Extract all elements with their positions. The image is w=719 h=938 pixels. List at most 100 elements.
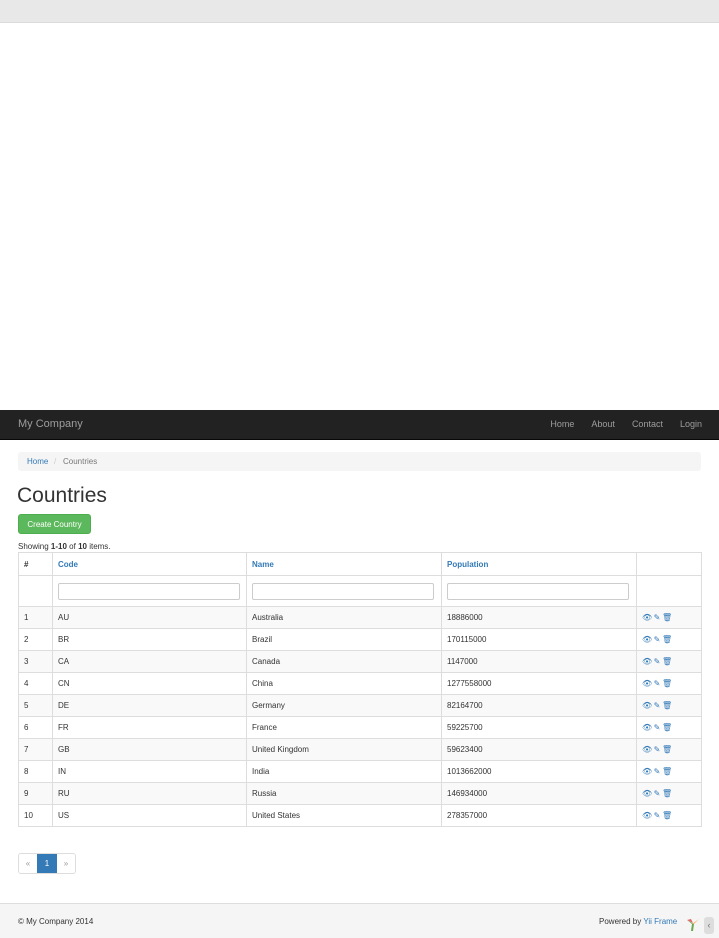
eye-icon[interactable]: 👁 bbox=[642, 657, 652, 666]
cell-population: 278357000 bbox=[441, 804, 637, 827]
table-row: 4 CN China 1277558000 👁✎ 🗑 bbox=[18, 672, 702, 695]
browser-top-strip bbox=[0, 0, 719, 23]
trash-icon[interactable]: 🗑 bbox=[662, 635, 672, 644]
cell-code: GB bbox=[52, 738, 247, 761]
summary-prefix: Showing bbox=[18, 542, 51, 551]
table-row: 8 IN India 1013662000 👁✎ 🗑 bbox=[18, 760, 702, 783]
pagination-page-1[interactable]: 1 bbox=[37, 854, 57, 873]
cell-name: Germany bbox=[246, 694, 442, 717]
breadcrumb-home[interactable]: Home bbox=[27, 457, 48, 466]
footer: © My Company 2014 Powered by Yii Frame bbox=[0, 903, 719, 938]
pencil-icon[interactable]: ✎ bbox=[652, 635, 662, 644]
table-row: 9 RU Russia 146934000 👁✎ 🗑 bbox=[18, 782, 702, 805]
eye-icon[interactable]: 👁 bbox=[642, 701, 652, 710]
cell-population: 59623400 bbox=[441, 738, 637, 761]
eye-icon[interactable]: 👁 bbox=[642, 745, 652, 754]
trash-icon[interactable]: 🗑 bbox=[662, 701, 672, 710]
filter-code-input[interactable] bbox=[58, 582, 240, 600]
cell-code: CN bbox=[52, 672, 247, 695]
nav-link-home[interactable]: Home bbox=[550, 419, 574, 429]
cell-serial: 6 bbox=[18, 716, 53, 739]
header-code: Code bbox=[52, 552, 247, 576]
debug-toolbar-toggle-icon[interactable]: ‹ bbox=[704, 917, 714, 934]
cell-serial: 8 bbox=[18, 760, 53, 783]
pencil-icon[interactable]: ✎ bbox=[652, 811, 662, 820]
trash-icon[interactable]: 🗑 bbox=[662, 767, 672, 776]
filter-population-input[interactable] bbox=[447, 582, 629, 600]
page-title: Countries bbox=[17, 484, 107, 507]
header-name: Name bbox=[246, 552, 442, 576]
table-row: 10 US United States 278357000 👁✎ 🗑 bbox=[18, 804, 702, 827]
cell-actions: 👁✎ 🗑 bbox=[636, 760, 702, 783]
pagination-next[interactable]: » bbox=[57, 854, 75, 873]
cell-actions: 👁✎ 🗑 bbox=[636, 606, 702, 629]
nav-link-login[interactable]: Login bbox=[680, 419, 702, 429]
eye-icon[interactable]: 👁 bbox=[642, 679, 652, 688]
yii-framework-link[interactable]: Yii Frame bbox=[643, 917, 677, 926]
summary-of: of bbox=[66, 542, 79, 551]
nav-link-contact[interactable]: Contact bbox=[632, 419, 663, 429]
cell-actions: 👁✎ 🗑 bbox=[636, 782, 702, 805]
table-row: 6 FR France 59225700 👁✎ 🗑 bbox=[18, 716, 702, 739]
pagination: « 1 » bbox=[18, 853, 76, 874]
pagination-prev[interactable]: « bbox=[19, 854, 37, 873]
pencil-icon[interactable]: ✎ bbox=[652, 745, 662, 754]
pencil-icon[interactable]: ✎ bbox=[652, 767, 662, 776]
pencil-icon[interactable]: ✎ bbox=[652, 679, 662, 688]
pencil-icon[interactable]: ✎ bbox=[652, 723, 662, 732]
summary-range: 1-10 bbox=[50, 542, 67, 551]
cell-serial: 10 bbox=[18, 804, 53, 827]
trash-icon[interactable]: 🗑 bbox=[662, 811, 672, 820]
table-row: 5 DE Germany 82164700 👁✎ 🗑 bbox=[18, 694, 702, 717]
pencil-icon[interactable]: ✎ bbox=[652, 701, 662, 710]
yii-logo-icon[interactable] bbox=[686, 918, 700, 932]
sort-name-link[interactable]: Name bbox=[252, 560, 274, 569]
cell-code: FR bbox=[52, 716, 247, 739]
eye-icon[interactable]: 👁 bbox=[642, 635, 652, 644]
cell-code: CA bbox=[52, 650, 247, 673]
eye-icon[interactable]: 👁 bbox=[642, 613, 652, 622]
table-body: 1 AU Australia 18886000 👁✎ 🗑 2 BR Brazil 17011500… bbox=[18, 606, 702, 827]
summary-total: 10 bbox=[78, 542, 87, 551]
eye-icon[interactable]: 👁 bbox=[642, 811, 652, 820]
cell-actions: 👁✎ 🗑 bbox=[636, 650, 702, 673]
filter-name-cell bbox=[246, 575, 442, 607]
eye-icon[interactable]: 👁 bbox=[642, 723, 652, 732]
filter-name-input[interactable] bbox=[252, 582, 434, 600]
countries-table: # Code Name Population 1 AU Australia 18886… bbox=[18, 552, 702, 827]
trash-icon[interactable]: 🗑 bbox=[662, 613, 672, 622]
cell-actions: 👁✎ 🗑 bbox=[636, 804, 702, 827]
header-serial: # bbox=[18, 552, 53, 576]
filter-actions-cell bbox=[636, 575, 702, 607]
pencil-icon[interactable]: ✎ bbox=[652, 789, 662, 798]
eye-icon[interactable]: 👁 bbox=[642, 767, 652, 776]
cell-population: 82164700 bbox=[441, 694, 637, 717]
sort-code-link[interactable]: Code bbox=[58, 560, 78, 569]
summary-suffix: items. bbox=[86, 542, 111, 551]
cell-serial: 4 bbox=[18, 672, 53, 695]
trash-icon[interactable]: 🗑 bbox=[662, 679, 672, 688]
eye-icon[interactable]: 👁 bbox=[642, 789, 652, 798]
cell-serial: 5 bbox=[18, 694, 53, 717]
create-country-button[interactable]: Create Country bbox=[18, 514, 91, 534]
nav-link-about[interactable]: About bbox=[591, 419, 615, 429]
pencil-icon[interactable]: ✎ bbox=[652, 657, 662, 666]
trash-icon[interactable]: 🗑 bbox=[662, 789, 672, 798]
trash-icon[interactable]: 🗑 bbox=[662, 745, 672, 754]
cell-code: DE bbox=[52, 694, 247, 717]
filter-empty-cell bbox=[18, 575, 53, 607]
filter-code-cell bbox=[52, 575, 247, 607]
trash-icon[interactable]: 🗑 bbox=[662, 723, 672, 732]
cell-serial: 2 bbox=[18, 628, 53, 651]
pencil-icon[interactable]: ✎ bbox=[652, 613, 662, 622]
cell-actions: 👁✎ 🗑 bbox=[636, 628, 702, 651]
breadcrumb: Home / Countries bbox=[18, 452, 701, 471]
cell-serial: 7 bbox=[18, 738, 53, 761]
sort-population-link[interactable]: Population bbox=[447, 560, 488, 569]
header-actions bbox=[636, 552, 702, 576]
trash-icon[interactable]: 🗑 bbox=[662, 657, 672, 666]
cell-actions: 👁✎ 🗑 bbox=[636, 672, 702, 695]
cell-population: 170115000 bbox=[441, 628, 637, 651]
navbar-brand[interactable]: My Company bbox=[18, 418, 83, 430]
cell-name: China bbox=[246, 672, 442, 695]
